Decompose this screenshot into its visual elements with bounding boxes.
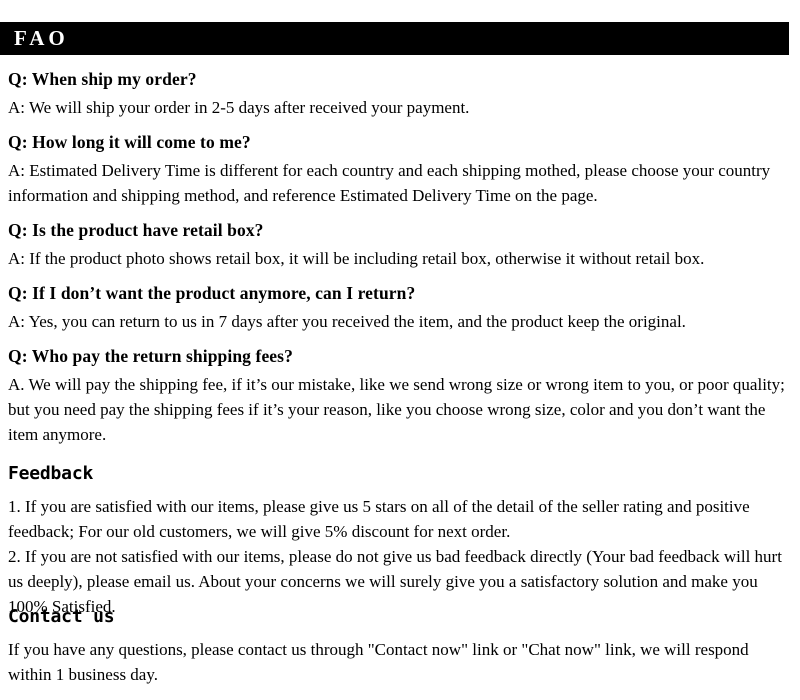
- faq-question: Q: When ship my order?: [8, 69, 197, 89]
- feedback-item: 1. If you are satisfied with our items, …: [8, 497, 750, 541]
- faq-item: Q: Is the product have retail box? A: If…: [8, 217, 790, 271]
- page-header-bar: FAO: [0, 22, 789, 55]
- faq-question: Q: If I don’t want the product anymore, …: [8, 283, 416, 303]
- feedback-section: Feedback 1. If you are satisfied with ou…: [8, 462, 790, 619]
- faq-page: FAO Q: When ship my order? A: We will sh…: [0, 0, 800, 700]
- contact-body: If you have any questions, please contac…: [8, 640, 749, 684]
- faq-answer: A: We will ship your order in 2-5 days a…: [8, 98, 470, 117]
- feedback-heading: Feedback: [8, 463, 94, 484]
- faq-item: Q: Who pay the return shipping fees? A. …: [8, 343, 790, 447]
- faq-item: Q: If I don’t want the product anymore, …: [8, 280, 790, 334]
- faq-answer: A: Estimated Delivery Time is different …: [8, 161, 771, 205]
- faq-list: Q: When ship my order? A: We will ship y…: [8, 66, 790, 456]
- faq-answer: A. We will pay the shipping fee, if it’s…: [8, 375, 785, 444]
- faq-item: Q: When ship my order? A: We will ship y…: [8, 66, 790, 120]
- contact-section: Contact us If you have any questions, pl…: [8, 605, 790, 687]
- faq-item: Q: How long it will come to me? A: Estim…: [8, 129, 790, 208]
- faq-answer: A: Yes, you can return to us in 7 days a…: [8, 312, 686, 331]
- faq-question: Q: Is the product have retail box?: [8, 220, 264, 240]
- faq-question: Q: Who pay the return shipping fees?: [8, 346, 293, 366]
- page-title: FAO: [14, 26, 69, 50]
- faq-question: Q: How long it will come to me?: [8, 132, 251, 152]
- contact-heading: Contact us: [8, 606, 115, 627]
- faq-answer: A: If the product photo shows retail box…: [8, 249, 705, 268]
